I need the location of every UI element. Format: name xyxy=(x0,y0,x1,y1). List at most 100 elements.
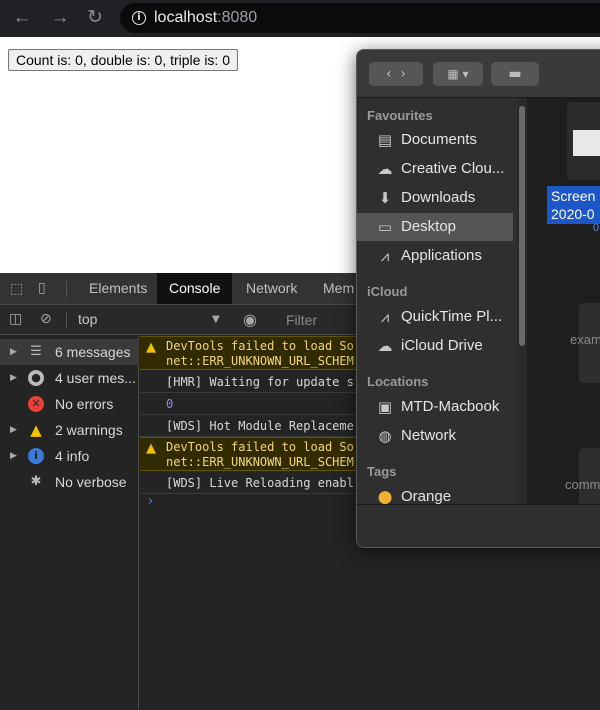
device-toolbar-icon[interactable]: ▯ xyxy=(38,280,46,296)
sidebar-item-applications[interactable]: ⩘ Applications xyxy=(357,242,513,270)
section-icloud: iCloud xyxy=(367,284,408,299)
expand-caret-icon[interactable]: ▶ xyxy=(10,417,17,443)
desktop-icon: ▭ xyxy=(377,218,393,236)
screenshot-preview xyxy=(573,130,600,156)
sidebar-item-label: No verbose xyxy=(55,474,127,490)
cloud-icon: ☁ xyxy=(377,337,393,355)
sidebar-item-label: 4 info xyxy=(55,448,90,464)
forward-arrow-icon[interactable]: → xyxy=(48,6,72,30)
console-message: DevTools failed to load So xyxy=(166,440,354,454)
warning-icon: ▲ xyxy=(146,441,156,456)
info-icon[interactable]: i xyxy=(132,11,146,25)
divider xyxy=(66,281,67,297)
sidebar-item-label: 6 messages xyxy=(55,344,131,360)
sidebar-item-verbose[interactable]: ✱ No verbose xyxy=(0,469,139,495)
sidebar-item-label: Network xyxy=(401,427,457,444)
back-arrow-icon[interactable]: ← xyxy=(10,6,34,30)
console-message: net::ERR_UNKNOWN_URL_SCHEM xyxy=(166,455,354,469)
sidebar-item-label: Documents xyxy=(401,131,477,148)
sidebar-item-errors[interactable]: ✕ No errors xyxy=(0,391,139,417)
finder-footer xyxy=(357,504,600,547)
console-sidebar: ▶ ☰ 6 messages ▶ ● 4 user mes... ✕ No er… xyxy=(0,336,139,710)
file-meta: 0 xyxy=(593,222,600,234)
sidebar-item-label: Applications xyxy=(401,247,482,264)
expand-caret-icon[interactable]: ▶ xyxy=(10,365,17,391)
tab-console[interactable]: Console xyxy=(157,273,233,304)
finder-file-area xyxy=(527,98,600,528)
applications-icon: ⩘ xyxy=(380,308,390,326)
network-icon: ◍ xyxy=(378,427,392,445)
dropdown-arrow-icon[interactable]: ▼ xyxy=(212,314,220,325)
sidebar-item-label: QuickTime Pl... xyxy=(401,308,503,325)
user-icon: ● xyxy=(28,370,44,386)
clear-console-icon[interactable]: ⊘ xyxy=(40,311,52,327)
sidebar-toggle-icon[interactable]: ◫ xyxy=(9,311,22,327)
sidebar-item-label: Downloads xyxy=(401,189,476,206)
sidebar-item-label: No errors xyxy=(55,396,114,412)
console-message: DevTools failed to load So xyxy=(166,339,354,353)
sidebar-item-label: Desktop xyxy=(401,218,457,235)
reload-icon[interactable]: ↻ xyxy=(83,6,107,30)
file-name[interactable]: comm xyxy=(565,477,600,492)
divider xyxy=(66,313,67,329)
console-message: [WDS] Live Reloading enabl xyxy=(166,476,354,490)
expand-caret-icon[interactable]: ▶ xyxy=(10,443,17,469)
view-options-button[interactable]: ▦ ▾ xyxy=(433,62,483,86)
sidebar-item-label: iCloud Drive xyxy=(401,337,483,354)
browser-toolbar: ← → ↻ i localhost:8080 xyxy=(0,0,600,37)
file-thumbnail-selected[interactable] xyxy=(567,102,600,180)
finder-toolbar: ‹ › ▦ ▾ ▬ xyxy=(357,50,600,98)
address-bar[interactable]: i localhost:8080 xyxy=(120,3,600,33)
finder-window: ‹ › ▦ ▾ ▬ Favourites ▤ Documents ☁ Creat… xyxy=(356,49,600,548)
disk-icon: ▣ xyxy=(377,398,393,416)
selected-file-name[interactable]: Screen 2020-0 xyxy=(547,186,600,224)
context-selector[interactable]: top xyxy=(78,311,97,327)
section-favourites: Favourites xyxy=(367,108,433,123)
scrollbar-thumb[interactable] xyxy=(519,106,525,346)
sidebar-item-macbook[interactable]: ▣ MTD-Macbook xyxy=(357,393,513,421)
counter-button[interactable]: Count is: 0, double is: 0, triple is: 0 xyxy=(8,49,238,71)
warning-icon: ▲ xyxy=(30,421,42,439)
tab-network[interactable]: Network xyxy=(234,273,309,304)
console-message: net::ERR_UNKNOWN_URL_SCHEM xyxy=(166,354,354,368)
sidebar-item-desktop[interactable]: ▭ Desktop xyxy=(357,213,513,241)
bug-icon: ✱ xyxy=(30,474,42,489)
inspect-element-icon[interactable]: ⬚ xyxy=(10,281,23,297)
creative-cloud-icon: ☁ xyxy=(377,160,393,178)
console-message: [WDS] Hot Module Replaceme xyxy=(166,419,354,433)
sidebar-item-network[interactable]: ◍ Network xyxy=(357,422,513,450)
eye-icon[interactable]: ◉ xyxy=(243,310,257,329)
list-icon: ☰ xyxy=(30,344,42,359)
console-value: 0 xyxy=(166,397,174,411)
sidebar-item-info[interactable]: ▶ i 4 info xyxy=(0,443,139,469)
tab-elements[interactable]: Elements xyxy=(77,273,159,304)
sidebar-item-label: Creative Clou... xyxy=(401,160,505,177)
download-icon: ⬇ xyxy=(378,189,392,207)
sidebar-item-label: 2 warnings xyxy=(55,422,123,438)
section-tags: Tags xyxy=(367,464,397,479)
sidebar-item-warnings[interactable]: ▶ ▲ 2 warnings xyxy=(0,417,139,443)
sidebar-item-user-messages[interactable]: ▶ ● 4 user mes... xyxy=(0,365,139,391)
sidebar-item-icloud-drive[interactable]: ☁ iCloud Drive xyxy=(357,332,513,360)
file-name[interactable]: exam xyxy=(570,332,600,347)
document-icon: ▤ xyxy=(377,131,393,149)
warning-icon: ▲ xyxy=(146,340,156,355)
info-icon: i xyxy=(28,448,44,464)
expand-caret-icon[interactable]: ▶ xyxy=(10,339,17,365)
section-locations: Locations xyxy=(367,374,429,389)
sidebar-scrollbar[interactable] xyxy=(517,98,527,547)
filter-input[interactable]: Filter xyxy=(280,310,360,330)
sidebar-item-label: 4 user mes... xyxy=(55,370,136,386)
new-folder-button[interactable]: ▬ xyxy=(491,62,539,86)
sidebar-item-label: MTD-Macbook xyxy=(401,398,500,415)
sidebar-item-quicktime[interactable]: ⩘ QuickTime Pl... xyxy=(357,303,513,331)
back-forward-buttons[interactable]: ‹ › xyxy=(369,62,423,86)
sidebar-item-messages[interactable]: ▶ ☰ 6 messages xyxy=(0,339,139,365)
sidebar-item-creative-cloud[interactable]: ☁ Creative Clou... xyxy=(357,155,513,183)
url-text: localhost:8080 xyxy=(154,9,258,26)
console-prompt[interactable]: › xyxy=(148,494,153,509)
sidebar-item-documents[interactable]: ▤ Documents xyxy=(357,126,513,154)
sidebar-item-downloads[interactable]: ⬇ Downloads xyxy=(357,184,513,212)
applications-icon: ⩘ xyxy=(380,247,390,265)
screen: { "browser": { "url_host": "localhost", … xyxy=(0,0,600,710)
